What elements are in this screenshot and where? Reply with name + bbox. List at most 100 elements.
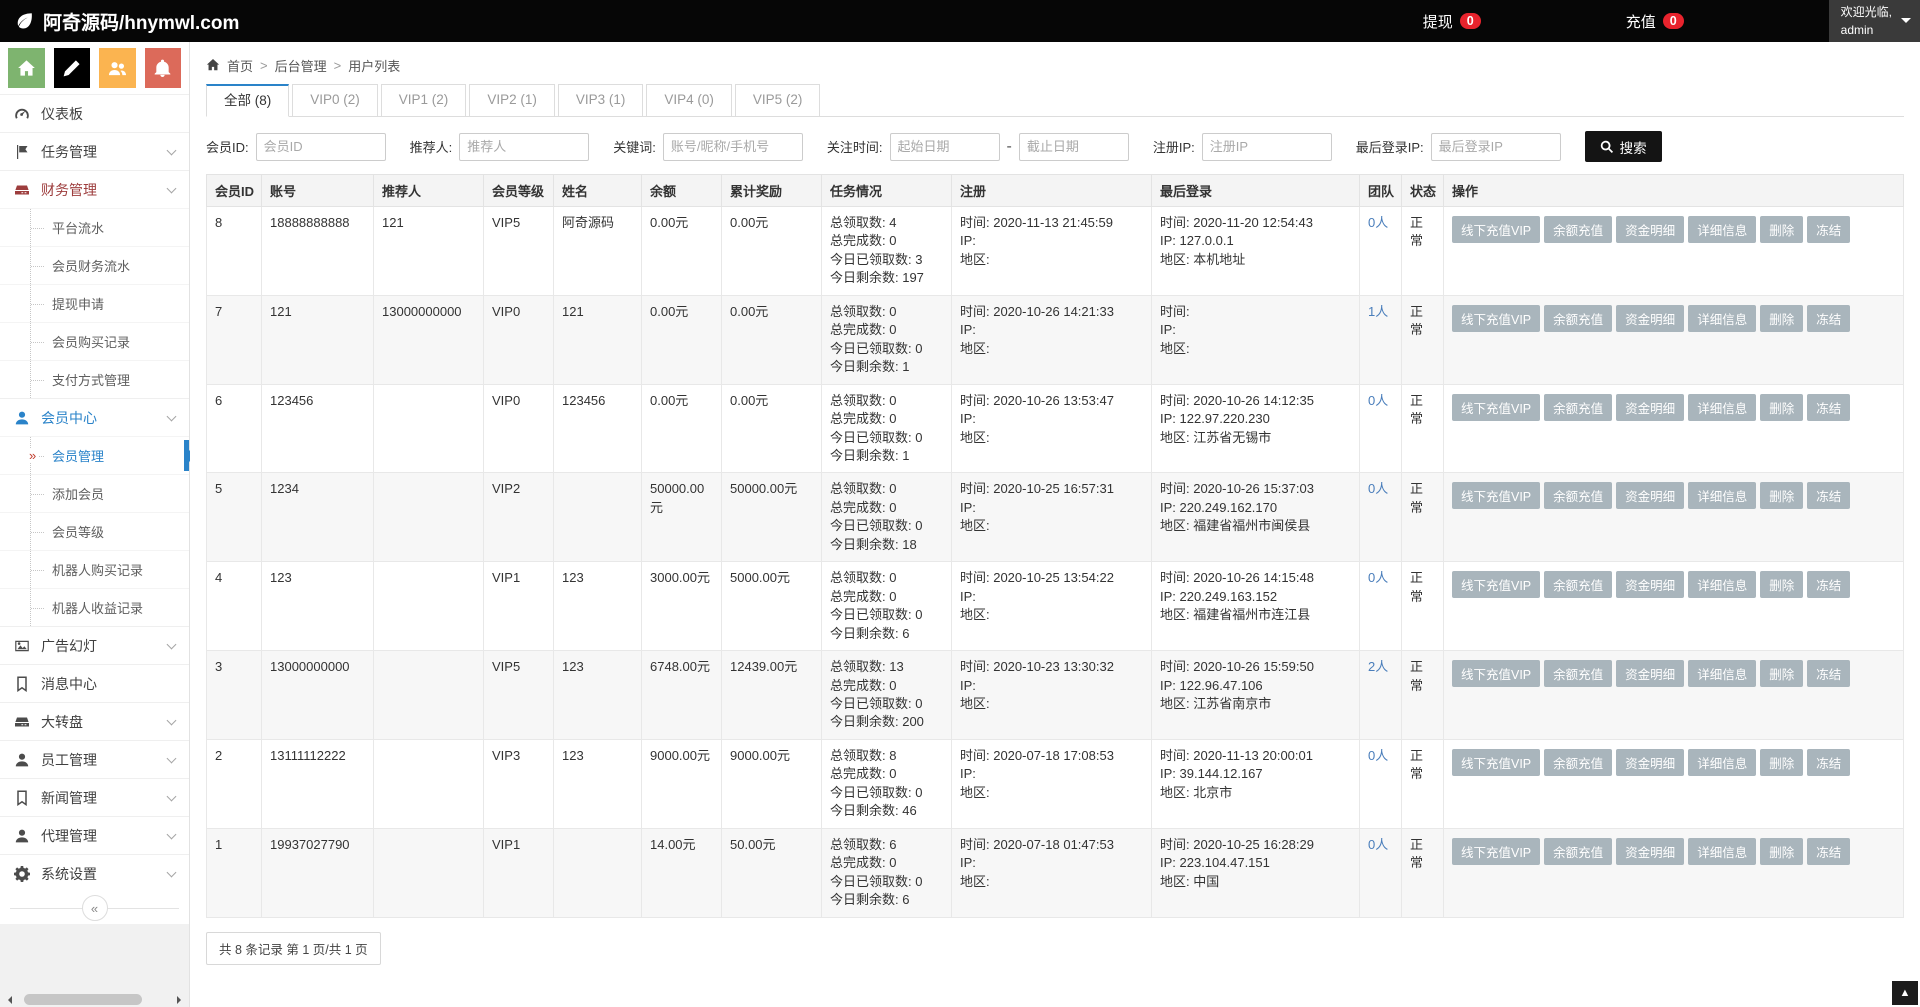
detail-info-button[interactable]: 详细信息 bbox=[1688, 749, 1756, 776]
team-link[interactable]: 0人 bbox=[1368, 837, 1388, 852]
offline-recharge-vip-button[interactable]: 线下充值VIP bbox=[1452, 571, 1540, 598]
tab-vip0[interactable]: VIP0 (2) bbox=[292, 84, 378, 117]
sidebar-subitem-platform-flow[interactable]: 平台流水 bbox=[0, 208, 189, 246]
balance-recharge-button[interactable]: 余额充值 bbox=[1544, 305, 1612, 332]
offline-recharge-vip-button[interactable]: 线下充值VIP bbox=[1452, 482, 1540, 509]
tab-vip5[interactable]: VIP5 (2) bbox=[735, 84, 821, 117]
offline-recharge-vip-button[interactable]: 线下充值VIP bbox=[1452, 216, 1540, 243]
delete-button[interactable]: 删除 bbox=[1760, 394, 1803, 421]
team-link[interactable]: 0人 bbox=[1368, 748, 1388, 763]
sidebar-subitem-robot-purchase-records[interactable]: 机器人购买记录 bbox=[0, 550, 189, 588]
balance-recharge-button[interactable]: 余额充值 bbox=[1544, 571, 1612, 598]
reg-ip-input[interactable] bbox=[1202, 133, 1332, 161]
team-link[interactable]: 0人 bbox=[1368, 215, 1388, 230]
follow-time-start-input[interactable] bbox=[890, 133, 1000, 161]
funds-detail-button[interactable]: 资金明细 bbox=[1616, 749, 1684, 776]
team-link[interactable]: 0人 bbox=[1368, 481, 1388, 496]
detail-info-button[interactable]: 详细信息 bbox=[1688, 838, 1756, 865]
team-link[interactable]: 2人 bbox=[1368, 659, 1388, 674]
balance-recharge-button[interactable]: 余额充值 bbox=[1544, 216, 1612, 243]
detail-info-button[interactable]: 详细信息 bbox=[1688, 216, 1756, 243]
sidebar-item-finance-management[interactable]: 财务管理 bbox=[0, 170, 189, 208]
quick-edit-button[interactable] bbox=[54, 48, 91, 88]
detail-info-button[interactable]: 详细信息 bbox=[1688, 482, 1756, 509]
back-to-top-button[interactable]: ▲ bbox=[1892, 981, 1918, 1005]
breadcrumb-item[interactable]: 首页 bbox=[227, 56, 253, 75]
breadcrumb-item[interactable]: 后台管理 bbox=[275, 56, 327, 75]
tab-vip1[interactable]: VIP1 (2) bbox=[381, 84, 467, 117]
offline-recharge-vip-button[interactable]: 线下充值VIP bbox=[1452, 660, 1540, 687]
last-login-ip-input[interactable] bbox=[1431, 133, 1561, 161]
referrer-input[interactable] bbox=[459, 133, 589, 161]
balance-recharge-button[interactable]: 余额充值 bbox=[1544, 660, 1612, 687]
delete-button[interactable]: 删除 bbox=[1760, 838, 1803, 865]
recharge-link[interactable]: 充值 0 bbox=[1626, 0, 1684, 42]
sidebar-hscrollbar[interactable] bbox=[0, 992, 189, 1007]
freeze-button[interactable]: 冻结 bbox=[1807, 571, 1850, 598]
team-link[interactable]: 0人 bbox=[1368, 393, 1388, 408]
offline-recharge-vip-button[interactable]: 线下充值VIP bbox=[1452, 838, 1540, 865]
tab-all[interactable]: 全部 (8) bbox=[206, 84, 289, 117]
team-link[interactable]: 0人 bbox=[1368, 570, 1388, 585]
tab-vip2[interactable]: VIP2 (1) bbox=[469, 84, 555, 117]
team-link[interactable]: 1人 bbox=[1368, 304, 1388, 319]
delete-button[interactable]: 删除 bbox=[1760, 571, 1803, 598]
scrollbar-thumb[interactable] bbox=[24, 994, 142, 1005]
freeze-button[interactable]: 冻结 bbox=[1807, 482, 1850, 509]
detail-info-button[interactable]: 详细信息 bbox=[1688, 660, 1756, 687]
sidebar-item-message-center[interactable]: 消息中心 bbox=[0, 664, 189, 702]
delete-button[interactable]: 删除 bbox=[1760, 216, 1803, 243]
delete-button[interactable]: 删除 bbox=[1760, 482, 1803, 509]
freeze-button[interactable]: 冻结 bbox=[1807, 305, 1850, 332]
member-id-input[interactable] bbox=[256, 133, 386, 161]
detail-info-button[interactable]: 详细信息 bbox=[1688, 571, 1756, 598]
tab-vip3[interactable]: VIP3 (1) bbox=[558, 84, 644, 117]
search-button[interactable]: 搜索 bbox=[1585, 131, 1662, 162]
freeze-button[interactable]: 冻结 bbox=[1807, 394, 1850, 421]
scroll-left-icon[interactable] bbox=[4, 996, 12, 1004]
sidebar-subitem-add-member[interactable]: 添加会员 bbox=[0, 474, 189, 512]
sidebar-item-staff-management[interactable]: 员工管理 bbox=[0, 740, 189, 778]
scroll-right-icon[interactable] bbox=[177, 996, 185, 1004]
delete-button[interactable]: 删除 bbox=[1760, 749, 1803, 776]
tab-vip4[interactable]: VIP4 (0) bbox=[646, 84, 732, 117]
funds-detail-button[interactable]: 资金明细 bbox=[1616, 216, 1684, 243]
sidebar-subitem-member-purchase-records[interactable]: 会员购买记录 bbox=[0, 322, 189, 360]
balance-recharge-button[interactable]: 余额充值 bbox=[1544, 838, 1612, 865]
follow-time-end-input[interactable] bbox=[1019, 133, 1129, 161]
freeze-button[interactable]: 冻结 bbox=[1807, 660, 1850, 687]
quick-notifications-button[interactable] bbox=[145, 48, 182, 88]
sidebar-subitem-member-management[interactable]: »会员管理 bbox=[0, 436, 189, 474]
sidebar-item-dashboard[interactable]: 仪表板 bbox=[0, 94, 189, 132]
sidebar-item-task-management[interactable]: 任务管理 bbox=[0, 132, 189, 170]
keyword-input[interactable] bbox=[663, 133, 803, 161]
freeze-button[interactable]: 冻结 bbox=[1807, 216, 1850, 243]
collapse-button[interactable]: « bbox=[82, 895, 108, 921]
sidebar-item-news-management[interactable]: 新闻管理 bbox=[0, 778, 189, 816]
sidebar-subitem-member-finance-flow[interactable]: 会员财务流水 bbox=[0, 246, 189, 284]
offline-recharge-vip-button[interactable]: 线下充值VIP bbox=[1452, 305, 1540, 332]
sidebar-item-ad-slides[interactable]: 广告幻灯 bbox=[0, 626, 189, 664]
withdraw-link[interactable]: 提现 0 bbox=[1423, 0, 1481, 42]
delete-button[interactable]: 删除 bbox=[1760, 305, 1803, 332]
funds-detail-button[interactable]: 资金明细 bbox=[1616, 571, 1684, 598]
admin-menu[interactable]: 欢迎光临, admin bbox=[1829, 0, 1920, 42]
funds-detail-button[interactable]: 资金明细 bbox=[1616, 838, 1684, 865]
balance-recharge-button[interactable]: 余额充值 bbox=[1544, 482, 1612, 509]
detail-info-button[interactable]: 详细信息 bbox=[1688, 394, 1756, 421]
funds-detail-button[interactable]: 资金明细 bbox=[1616, 305, 1684, 332]
funds-detail-button[interactable]: 资金明细 bbox=[1616, 660, 1684, 687]
sidebar-subitem-payment-method-management[interactable]: 支付方式管理 bbox=[0, 360, 189, 398]
offline-recharge-vip-button[interactable]: 线下充值VIP bbox=[1452, 394, 1540, 421]
balance-recharge-button[interactable]: 余额充值 bbox=[1544, 749, 1612, 776]
quick-members-button[interactable] bbox=[99, 48, 136, 88]
delete-button[interactable]: 删除 bbox=[1760, 660, 1803, 687]
offline-recharge-vip-button[interactable]: 线下充值VIP bbox=[1452, 749, 1540, 776]
sidebar-subitem-robot-income-records[interactable]: 机器人收益记录 bbox=[0, 588, 189, 626]
quick-home-button[interactable] bbox=[8, 48, 45, 88]
sidebar-subitem-withdraw-apply[interactable]: 提现申请 bbox=[0, 284, 189, 322]
sidebar-item-system-settings[interactable]: 系统设置 bbox=[0, 854, 189, 892]
sidebar-item-member-center[interactable]: 会员中心 bbox=[0, 398, 189, 436]
balance-recharge-button[interactable]: 余额充值 bbox=[1544, 394, 1612, 421]
funds-detail-button[interactable]: 资金明细 bbox=[1616, 482, 1684, 509]
